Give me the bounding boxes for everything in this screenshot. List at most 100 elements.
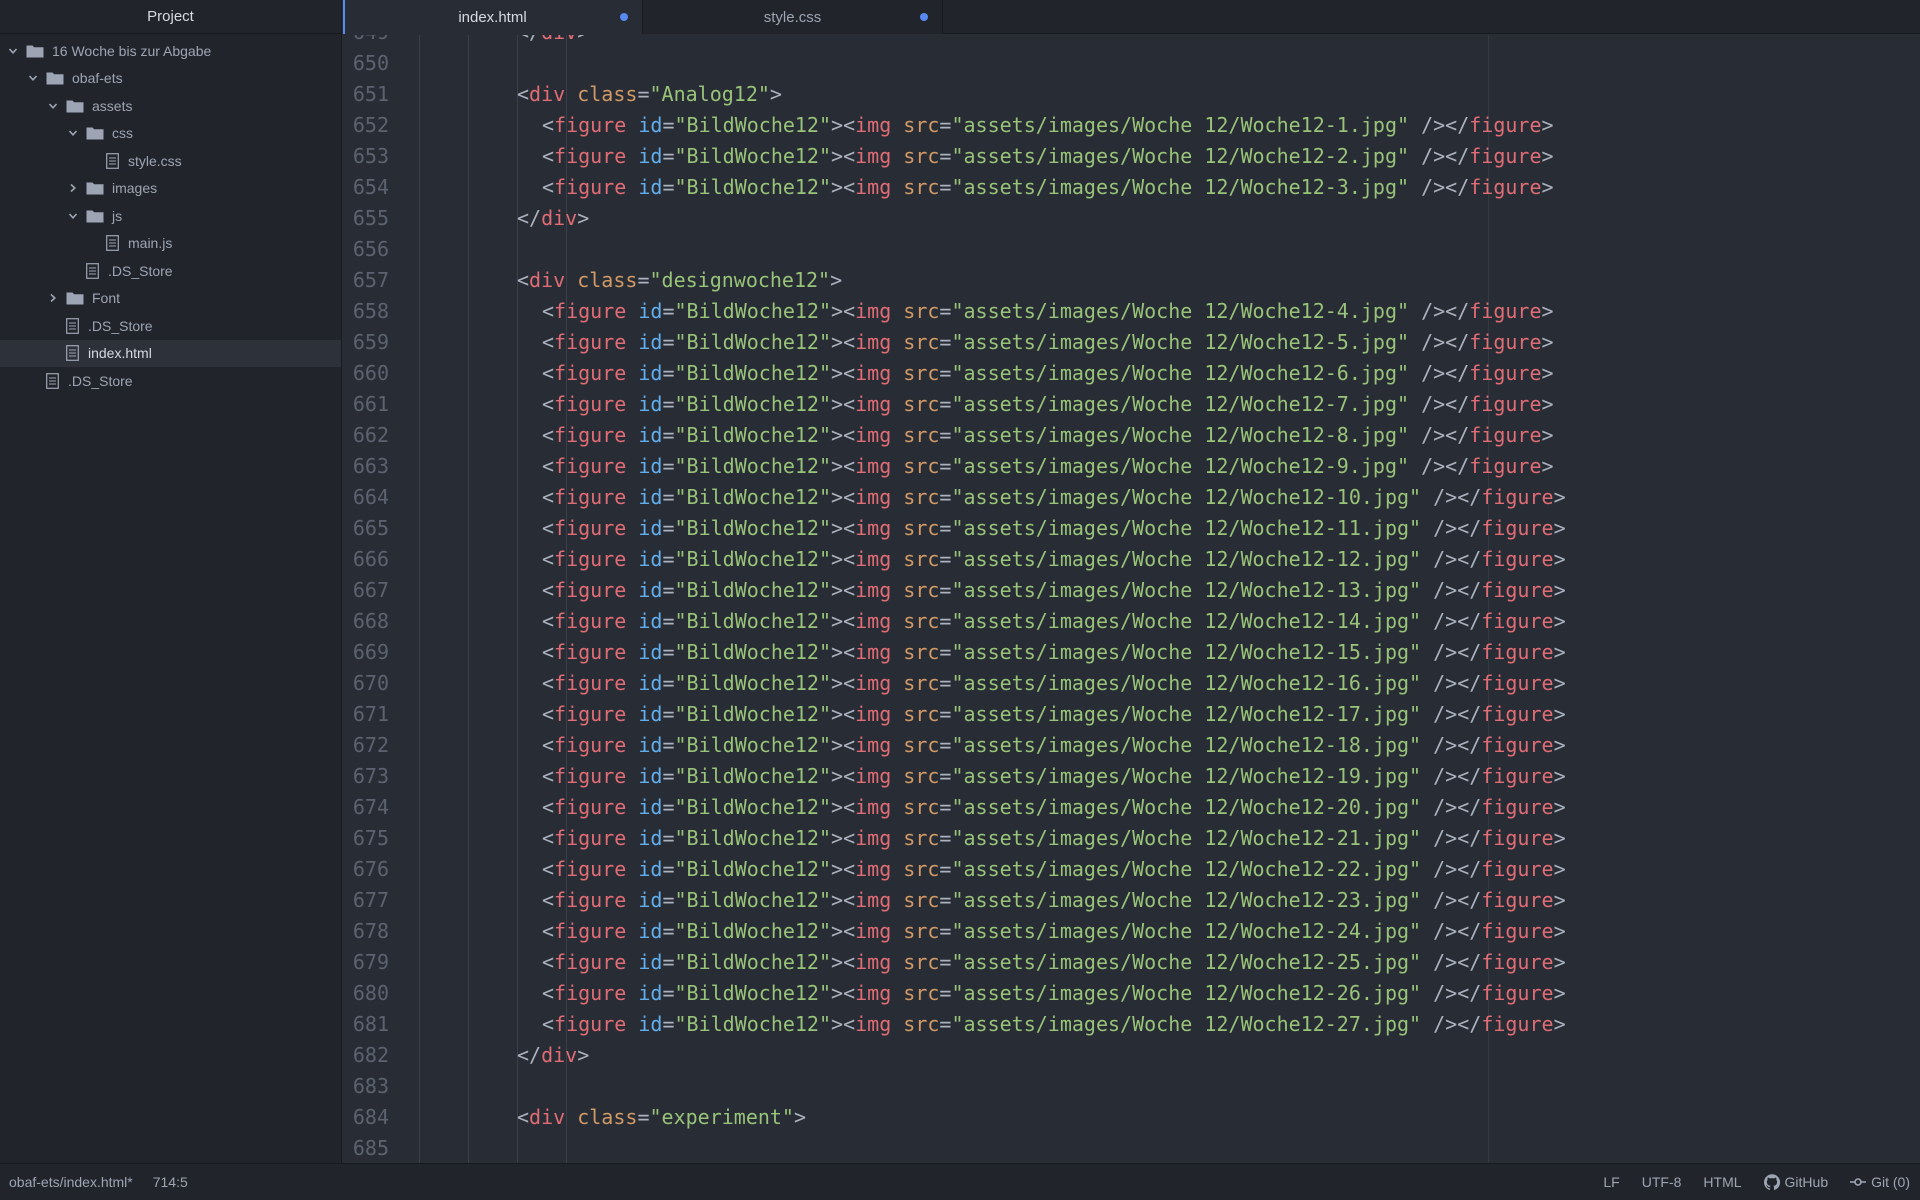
code-line[interactable]: <div class="designwoche12">: [517, 265, 842, 296]
tree-folder[interactable]: 16 Woche bis zur Abgabe: [0, 37, 341, 65]
github-button[interactable]: GitHub: [1763, 1174, 1828, 1190]
line-number: 662: [352, 423, 389, 447]
code-line[interactable]: <figure id="BildWoche12"><img src="asset…: [542, 296, 1554, 327]
code-line[interactable]: <div class="Analog12">: [517, 79, 782, 110]
line-number: 674: [352, 795, 389, 819]
code-line[interactable]: <figure id="BildWoche12"><img src="asset…: [542, 575, 1566, 606]
tab-index-html[interactable]: index.html: [343, 0, 643, 34]
code-line[interactable]: </div>: [517, 1040, 589, 1071]
tree-file[interactable]: .DS_Store: [0, 312, 341, 340]
file-icon: [106, 235, 120, 252]
file-icon: [46, 372, 60, 389]
code-line[interactable]: <figure id="BildWoche12"><img src="asset…: [542, 1009, 1566, 1040]
code-line[interactable]: <figure id="BildWoche12"><img src="asset…: [542, 141, 1554, 172]
code-editor[interactable]: 649 650 651 652 653 654 655 656 657 658 659 660 661 6…: [343, 35, 1920, 1163]
line-number-gutter: 649 650 651 652 653 654 655 656 657 658 659 660 661 6…: [343, 35, 419, 1163]
tree-file[interactable]: .DS_Store: [0, 257, 341, 285]
status-line-ending[interactable]: LF: [1603, 1174, 1619, 1190]
chevron-down-icon[interactable]: [66, 209, 80, 223]
tree-folder[interactable]: assets: [0, 92, 341, 120]
tree-item-label: main.js: [128, 235, 173, 252]
code-line[interactable]: <figure id="BildWoche12"><img src="asset…: [542, 358, 1554, 389]
file-icon: [66, 317, 80, 334]
tree-file[interactable]: .DS_Store: [0, 367, 341, 395]
tree-folder[interactable]: obaf-ets: [0, 65, 341, 93]
tree-item-label: images: [112, 180, 158, 197]
code-line[interactable]: <figure id="BildWoche12"><img src="asset…: [542, 978, 1566, 1009]
tree-item-label: obaf-ets: [72, 70, 123, 87]
tree-file[interactable]: main.js: [0, 230, 341, 258]
code-line[interactable]: <figure id="BildWoche12"><img src="asset…: [542, 699, 1566, 730]
folder-icon: [46, 71, 64, 85]
tree-file[interactable]: index.html: [0, 339, 341, 367]
code-line[interactable]: <figure id="BildWoche12"><img src="asset…: [542, 606, 1566, 637]
folder-icon: [86, 181, 104, 195]
line-number: 681: [352, 1012, 389, 1036]
chevron-down-icon[interactable]: [46, 99, 60, 113]
line-number: 656: [352, 237, 389, 261]
folder-icon: [86, 209, 104, 223]
file-tree: 16 Woche bis zur Abgabe obaf-ets assets css…: [0, 34, 341, 395]
file-icon: [106, 152, 120, 169]
code-line[interactable]: <figure id="BildWoche12"><img src="asset…: [542, 420, 1554, 451]
status-cursor-position[interactable]: 714:5: [153, 1174, 188, 1190]
chevron-right-icon[interactable]: [66, 181, 80, 195]
line-number: 664: [352, 485, 389, 509]
code-line[interactable]: <figure id="BildWoche12"><img src="asset…: [542, 730, 1566, 761]
code-line[interactable]: <div class="experiment">: [517, 1102, 806, 1133]
tree-file[interactable]: style.css: [0, 147, 341, 175]
indent-guide: [419, 35, 420, 1163]
code-line[interactable]: <figure id="BildWoche12"><img src="asset…: [542, 482, 1566, 513]
code-line[interactable]: <figure id="BildWoche12"><img src="asset…: [542, 854, 1566, 885]
line-number: 651: [352, 82, 389, 106]
tab-style-css[interactable]: style.css: [643, 0, 943, 34]
code-line[interactable]: </div>: [517, 203, 589, 234]
status-bar: obaf-ets/index.html* 714:5 LF UTF-8 HTML…: [0, 1163, 1920, 1200]
line-number: 679: [352, 950, 389, 974]
github-icon: [1763, 1174, 1780, 1190]
code-line[interactable]: <figure id="BildWoche12"><img src="asset…: [542, 916, 1566, 947]
git-button[interactable]: Git (0): [1850, 1174, 1910, 1190]
code-line[interactable]: <figure id="BildWoche12"><img src="asset…: [542, 389, 1554, 420]
line-number: 669: [352, 640, 389, 664]
tree-item-label: 16 Woche bis zur Abgabe: [52, 42, 212, 59]
line-number: 657: [352, 268, 389, 292]
line-number: 650: [352, 51, 389, 75]
tree-folder[interactable]: Font: [0, 285, 341, 313]
tab-bar: index.html style.css: [343, 0, 1920, 34]
line-number: 660: [352, 361, 389, 385]
code-line[interactable]: <figure id="BildWoche12"><img src="asset…: [542, 637, 1566, 668]
code-line[interactable]: <figure id="BildWoche12"><img src="asset…: [542, 327, 1554, 358]
status-file-path[interactable]: obaf-ets/index.html*: [9, 1174, 133, 1190]
code-line[interactable]: <figure id="BildWoche12"><img src="asset…: [542, 451, 1554, 482]
tree-folder[interactable]: js: [0, 202, 341, 230]
code-line[interactable]: <figure id="BildWoche12"><img src="asset…: [542, 823, 1566, 854]
code-line[interactable]: <figure id="BildWoche12"><img src="asset…: [542, 110, 1554, 141]
code-line[interactable]: <figure id="BildWoche12"><img src="asset…: [542, 792, 1566, 823]
code-line[interactable]: <figure id="BildWoche12"><img src="asset…: [542, 668, 1566, 699]
chevron-right-icon[interactable]: [46, 291, 60, 305]
code-line[interactable]: </div>: [517, 35, 589, 48]
tree-item-label: .DS_Store: [108, 262, 173, 279]
code-line[interactable]: <figure id="BildWoche12"><img src="asset…: [542, 172, 1554, 203]
line-number: 671: [352, 702, 389, 726]
chevron-down-icon[interactable]: [6, 44, 20, 58]
code-line[interactable]: <figure id="BildWoche12"><img src="asset…: [542, 544, 1566, 575]
code-line[interactable]: <figure id="BildWoche12"><img src="asset…: [542, 761, 1566, 792]
code-area[interactable]: </div><div class="Analog12"><figure id="…: [419, 35, 1920, 1163]
line-number: 658: [352, 299, 389, 323]
status-grammar[interactable]: HTML: [1703, 1174, 1741, 1190]
line-number: 684: [352, 1105, 389, 1129]
code-line[interactable]: <figure id="BildWoche12"><img src="asset…: [542, 885, 1566, 916]
code-line[interactable]: <figure id="BildWoche12"><img src="asset…: [542, 513, 1566, 544]
tree-folder[interactable]: images: [0, 175, 341, 203]
line-number: 678: [352, 919, 389, 943]
chevron-down-icon[interactable]: [66, 126, 80, 140]
status-encoding[interactable]: UTF-8: [1642, 1174, 1682, 1190]
line-number: 680: [352, 981, 389, 1005]
modified-dot-icon: [920, 13, 928, 21]
code-line[interactable]: <figure id="BildWoche12"><img src="asset…: [542, 947, 1566, 978]
tree-folder[interactable]: css: [0, 120, 341, 148]
project-sidebar: Project 16 Woche bis zur Abgabe obaf-ets a…: [0, 0, 342, 1163]
chevron-down-icon[interactable]: [26, 71, 40, 85]
